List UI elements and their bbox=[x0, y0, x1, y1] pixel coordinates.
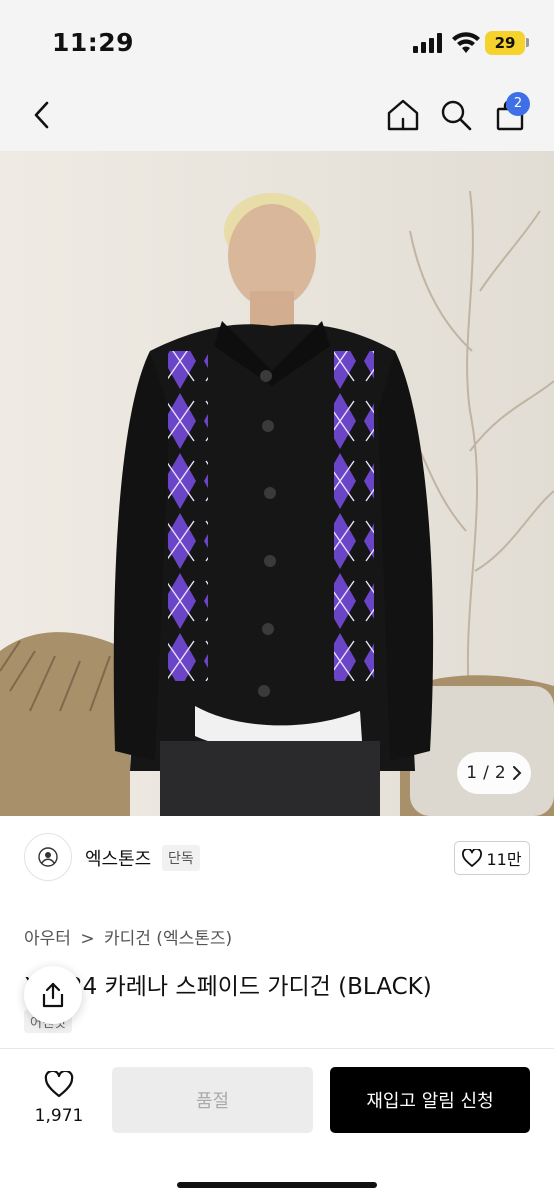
brand-logo-icon bbox=[38, 847, 58, 867]
product-title: XT024 카레나 스페이드 가디건 (BLACK) bbox=[24, 974, 432, 1000]
brand-like-button[interactable]: 11만 bbox=[454, 841, 530, 875]
search-icon bbox=[441, 100, 472, 131]
status-time: 11:29 bbox=[52, 28, 135, 57]
heart-icon bbox=[44, 1069, 74, 1098]
back-icon bbox=[34, 101, 49, 129]
share-icon bbox=[42, 982, 64, 1008]
brand-name[interactable]: 엑스톤즈 bbox=[85, 845, 151, 871]
signal-icon bbox=[413, 33, 442, 53]
restock-alert-button[interactable]: 재입고 알림 신청 bbox=[330, 1067, 530, 1133]
home-icon bbox=[387, 99, 419, 131]
bottom-action-bar: 1,971 품절 재입고 알림 신청 bbox=[0, 1048, 554, 1200]
breadcrumb-separator: > bbox=[80, 929, 95, 949]
pager-total: 2 bbox=[494, 763, 506, 783]
brand-row: 엑스톤즈 단독 11만 bbox=[0, 816, 554, 900]
product-image[interactable] bbox=[0, 151, 554, 816]
brand-logo[interactable] bbox=[24, 833, 72, 881]
wishlist-button[interactable]: 1,971 bbox=[24, 1069, 94, 1126]
heart-icon bbox=[462, 849, 483, 867]
home-indicator bbox=[177, 1182, 377, 1188]
exclusive-badge: 단독 bbox=[162, 845, 200, 871]
battery-indicator: 29 bbox=[485, 31, 525, 55]
brand-like-count: 11만 bbox=[486, 850, 522, 869]
breadcrumb-outer[interactable]: 아우터 bbox=[24, 929, 71, 949]
share-button[interactable] bbox=[24, 966, 82, 1024]
product-photo bbox=[0, 151, 554, 816]
chevron-right-icon bbox=[512, 766, 522, 780]
top-nav-bar bbox=[0, 88, 554, 151]
soldout-button[interactable]: 품절 bbox=[112, 1067, 313, 1133]
back-button[interactable] bbox=[22, 93, 62, 137]
home-button[interactable] bbox=[383, 93, 423, 137]
pager-current: 1 bbox=[466, 763, 478, 783]
breadcrumb-cardigan[interactable]: 카디건 (엑스톤즈) bbox=[104, 929, 232, 949]
wishlist-count: 1,971 bbox=[34, 1106, 84, 1126]
image-pager[interactable]: 1 / 2 bbox=[457, 752, 531, 794]
search-button[interactable] bbox=[436, 93, 476, 137]
cart-count-badge: 2 bbox=[506, 92, 530, 116]
pager-separator: / bbox=[483, 763, 489, 783]
wifi-icon bbox=[452, 32, 480, 53]
breadcrumb: 아우터 > 카디건 (엑스톤즈) bbox=[24, 924, 232, 949]
battery-tip bbox=[526, 38, 529, 47]
status-bar: 11:29 29 bbox=[0, 0, 554, 88]
